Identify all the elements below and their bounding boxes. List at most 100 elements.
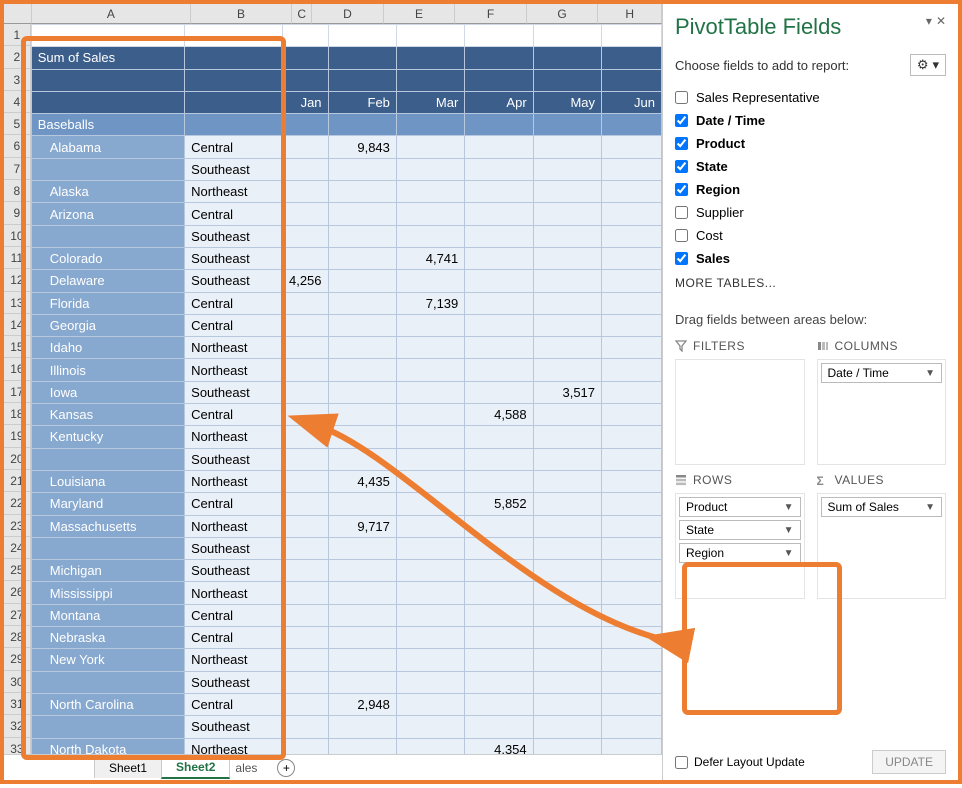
cell[interactable]: Mississippi bbox=[31, 582, 184, 604]
cell[interactable]: Southeast bbox=[185, 225, 283, 247]
cell[interactable] bbox=[31, 537, 184, 559]
cell[interactable] bbox=[282, 47, 328, 69]
cell[interactable] bbox=[465, 448, 533, 470]
cell[interactable] bbox=[602, 470, 662, 492]
cell[interactable]: Maryland bbox=[31, 493, 184, 515]
cell[interactable] bbox=[396, 225, 464, 247]
cell[interactable] bbox=[465, 337, 533, 359]
row-header[interactable]: 1 bbox=[4, 24, 31, 46]
row-header[interactable]: 8 bbox=[4, 180, 31, 202]
row-header[interactable]: 18 bbox=[4, 403, 31, 425]
cell[interactable] bbox=[465, 627, 533, 649]
cell[interactable] bbox=[282, 158, 328, 180]
row-header[interactable]: 2 bbox=[4, 46, 31, 68]
cell[interactable] bbox=[282, 604, 328, 626]
cell[interactable] bbox=[533, 25, 601, 47]
cell[interactable] bbox=[396, 470, 464, 492]
cell[interactable] bbox=[282, 181, 328, 203]
cell[interactable] bbox=[328, 381, 396, 403]
cell[interactable] bbox=[533, 359, 601, 381]
cell[interactable] bbox=[465, 582, 533, 604]
cell[interactable] bbox=[282, 292, 328, 314]
cell[interactable] bbox=[602, 247, 662, 269]
cell[interactable] bbox=[465, 47, 533, 69]
cell[interactable]: Alaska bbox=[31, 181, 184, 203]
cell[interactable]: Kansas bbox=[31, 404, 184, 426]
cell[interactable] bbox=[396, 181, 464, 203]
cell[interactable] bbox=[328, 582, 396, 604]
cell[interactable] bbox=[396, 426, 464, 448]
cell[interactable] bbox=[465, 649, 533, 671]
cell[interactable] bbox=[533, 203, 601, 225]
cell[interactable] bbox=[328, 627, 396, 649]
cell[interactable] bbox=[328, 404, 396, 426]
cell[interactable] bbox=[533, 649, 601, 671]
cell[interactable]: 7,139 bbox=[396, 292, 464, 314]
cell[interactable] bbox=[533, 314, 601, 336]
cell[interactable] bbox=[533, 716, 601, 738]
cell[interactable] bbox=[328, 716, 396, 738]
cell[interactable] bbox=[602, 537, 662, 559]
new-sheet-button[interactable]: + bbox=[277, 759, 295, 777]
zone-field-chip[interactable]: Region bbox=[679, 543, 801, 563]
cell[interactable]: Central bbox=[185, 604, 283, 626]
row-header[interactable]: 3 bbox=[4, 69, 31, 91]
cell[interactable] bbox=[602, 560, 662, 582]
cell[interactable] bbox=[185, 91, 283, 113]
cell[interactable] bbox=[602, 448, 662, 470]
cell[interactable]: Michigan bbox=[31, 560, 184, 582]
cell[interactable] bbox=[396, 404, 464, 426]
cell[interactable] bbox=[533, 515, 601, 537]
row-header[interactable]: 10 bbox=[4, 225, 31, 247]
row-header[interactable]: 16 bbox=[4, 358, 31, 380]
row-header[interactable]: 26 bbox=[4, 581, 31, 603]
cell[interactable] bbox=[602, 671, 662, 693]
cell[interactable]: Florida bbox=[31, 292, 184, 314]
cell[interactable]: Central bbox=[185, 203, 283, 225]
cell[interactable]: Colorado bbox=[31, 247, 184, 269]
cell[interactable]: Nebraska bbox=[31, 627, 184, 649]
columns-zone[interactable]: COLUMNS Date / Time bbox=[817, 339, 947, 465]
cell[interactable] bbox=[602, 292, 662, 314]
cell[interactable] bbox=[328, 649, 396, 671]
cell[interactable] bbox=[533, 69, 601, 91]
cell[interactable] bbox=[328, 247, 396, 269]
cell[interactable] bbox=[602, 114, 662, 136]
cell[interactable] bbox=[396, 493, 464, 515]
column-header[interactable]: C bbox=[292, 4, 312, 24]
cell[interactable] bbox=[602, 47, 662, 69]
cell[interactable] bbox=[396, 627, 464, 649]
field-checkbox[interactable]: State bbox=[675, 155, 946, 178]
cell[interactable]: Georgia bbox=[31, 314, 184, 336]
field-checkbox[interactable]: Supplier bbox=[675, 201, 946, 224]
cell[interactable] bbox=[396, 25, 464, 47]
zone-field-chip[interactable]: State bbox=[679, 520, 801, 540]
cell[interactable] bbox=[282, 493, 328, 515]
row-header[interactable]: 31 bbox=[4, 693, 31, 715]
cell[interactable]: Central bbox=[185, 136, 283, 158]
cell[interactable]: Northeast bbox=[185, 337, 283, 359]
field-checkbox[interactable]: Product bbox=[675, 132, 946, 155]
cell[interactable] bbox=[465, 381, 533, 403]
cell[interactable] bbox=[396, 693, 464, 715]
cell[interactable]: Feb bbox=[328, 91, 396, 113]
cell[interactable] bbox=[282, 247, 328, 269]
cell[interactable] bbox=[465, 25, 533, 47]
cell[interactable] bbox=[533, 693, 601, 715]
cell[interactable]: Central bbox=[185, 292, 283, 314]
row-header[interactable]: 29 bbox=[4, 648, 31, 670]
cell[interactable] bbox=[282, 738, 328, 754]
cell[interactable] bbox=[396, 671, 464, 693]
zone-field-chip[interactable]: Sum of Sales bbox=[821, 497, 943, 517]
sheet-tab-fragment[interactable]: ales bbox=[229, 758, 263, 778]
cell[interactable] bbox=[328, 203, 396, 225]
cell[interactable] bbox=[602, 738, 662, 754]
row-header[interactable]: 19 bbox=[4, 425, 31, 447]
cell[interactable] bbox=[602, 359, 662, 381]
values-zone[interactable]: ΣVALUES Sum of Sales bbox=[817, 473, 947, 599]
row-header[interactable]: 30 bbox=[4, 671, 31, 693]
cell[interactable] bbox=[396, 136, 464, 158]
cell[interactable] bbox=[533, 493, 601, 515]
cell[interactable] bbox=[282, 25, 328, 47]
cell[interactable]: Northeast bbox=[185, 181, 283, 203]
